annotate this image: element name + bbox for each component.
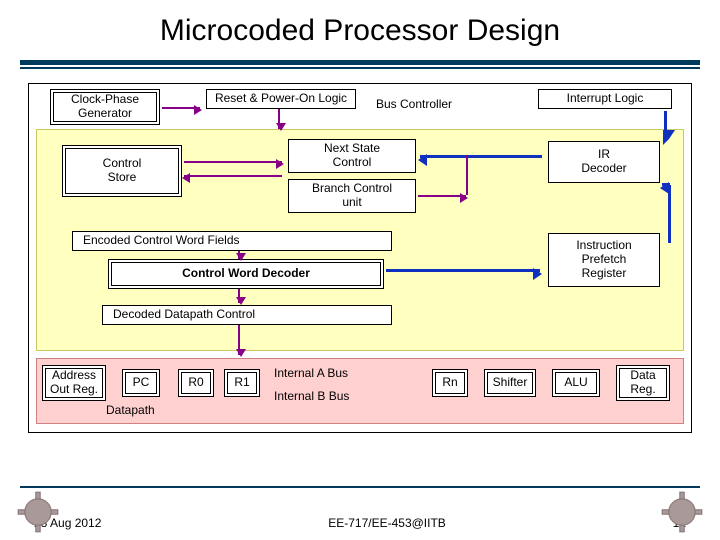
arrow-reset-down	[278, 109, 280, 129]
arrow-prefetch-irdecoder-v	[668, 185, 671, 243]
reset-power-on-logic-block: Reset & Power-On Logic	[206, 89, 356, 109]
next-state-control-block: Next State Control	[288, 139, 416, 173]
branch-control-unit-block: Branch Control unit	[288, 179, 416, 213]
address-out-reg-block: Address Out Reg.	[42, 365, 106, 401]
title-rule-thick	[20, 60, 700, 65]
datapath-label: Datapath	[106, 403, 155, 417]
footer: 28 Aug 2012 EE-717/EE-453@IITB 12	[0, 516, 720, 530]
arrow-irdecoder-side	[662, 183, 670, 186]
arrow-nextstate-controlstore	[184, 175, 282, 177]
interrupt-logic-block: Interrupt Logic	[538, 89, 672, 109]
arrow-clock-out	[162, 107, 200, 109]
arrow-interrupt-down	[664, 111, 667, 137]
internal-a-bus-label: Internal A Bus	[274, 366, 348, 380]
encoded-control-word-fields-block: Encoded Control Word Fields	[72, 231, 392, 251]
internal-b-bus-label: Internal B Bus	[274, 389, 349, 403]
control-word-decoder-block: Control Word Decoder	[108, 259, 384, 289]
arrow-controlstore-nextstate	[184, 161, 282, 163]
title-rule-thin	[20, 67, 700, 69]
diagram-area: Clock-Phase Generator Reset & Power-On L…	[28, 83, 692, 441]
arrow-irdecoder-nextstate	[420, 155, 542, 158]
r1-block: R1	[224, 369, 260, 397]
arrow-branch-right	[418, 195, 466, 197]
decoded-datapath-control-block: Decoded Datapath Control	[102, 305, 392, 325]
data-reg-block: Data Reg.	[616, 365, 670, 401]
r0-block: R0	[178, 369, 214, 397]
bottom-rule	[20, 486, 700, 488]
footer-center: EE-717/EE-453@IITB	[328, 516, 446, 530]
arrow-decoder-down	[238, 289, 240, 303]
rn-block: Rn	[432, 369, 468, 397]
control-store-block: Control Store	[62, 145, 182, 197]
alu-block: ALU	[552, 369, 600, 397]
shifter-block: Shifter	[484, 369, 536, 397]
arrow-decoded-to-datapath	[238, 325, 240, 355]
arrow-controlword-prefetch	[386, 269, 540, 272]
bus-controller-label: Bus Controller	[376, 97, 452, 111]
pc-block: PC	[122, 369, 160, 397]
arrow-encoded-down	[238, 251, 240, 259]
slide-title: Microcoded Processor Design	[0, 0, 720, 54]
clock-phase-generator-block: Clock-Phase Generator	[50, 89, 160, 125]
emblem-right-icon	[660, 490, 704, 534]
emblem-left-icon	[16, 490, 60, 534]
instruction-prefetch-register-block: Instruction Prefetch Register	[548, 233, 660, 287]
arrow-branch-vert	[466, 155, 468, 195]
ir-decoder-block: IR Decoder	[548, 141, 660, 183]
